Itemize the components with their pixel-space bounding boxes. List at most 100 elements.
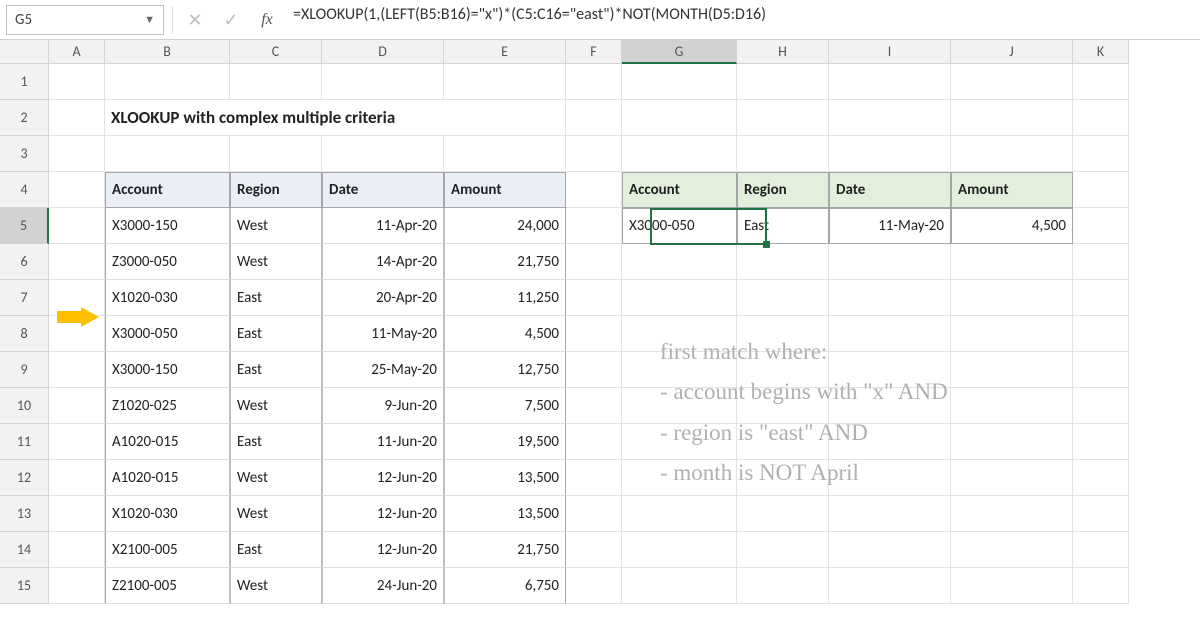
cell-J1[interactable]: [951, 64, 1073, 100]
row-header-5[interactable]: 5: [0, 208, 49, 244]
cell-I2[interactable]: [829, 100, 951, 136]
select-all-corner[interactable]: ​: [0, 40, 49, 64]
cell-C12[interactable]: West: [230, 460, 322, 496]
cell-H2[interactable]: [737, 100, 829, 136]
cell-H5[interactable]: East: [737, 208, 829, 244]
cell-A3[interactable]: [49, 136, 105, 172]
cell-G1[interactable]: [622, 64, 737, 100]
cell-K5[interactable]: [1073, 208, 1129, 244]
col-header-I[interactable]: I: [829, 40, 951, 64]
cell-H13[interactable]: [737, 496, 829, 532]
cell-I15[interactable]: [829, 568, 951, 604]
cell-I1[interactable]: [829, 64, 951, 100]
name-box[interactable]: G5 ▼: [6, 5, 164, 35]
cell-A4[interactable]: [49, 172, 105, 208]
cell-I5[interactable]: 11-May-20: [829, 208, 951, 244]
cell-B11[interactable]: A1020-015: [105, 424, 230, 460]
cell-E9[interactable]: 12,750: [444, 352, 566, 388]
cell-E13[interactable]: 13,500: [444, 496, 566, 532]
cell-D5[interactable]: 11-Apr-20: [322, 208, 444, 244]
cell-F12[interactable]: [566, 460, 622, 496]
cell-C6[interactable]: West: [230, 244, 322, 280]
cell-C5[interactable]: West: [230, 208, 322, 244]
cell-D8[interactable]: 11-May-20: [322, 316, 444, 352]
cell-B12[interactable]: A1020-015: [105, 460, 230, 496]
cell-D7[interactable]: 20-Apr-20: [322, 280, 444, 316]
cell-K10[interactable]: [1073, 388, 1129, 424]
cell-A6[interactable]: [49, 244, 105, 280]
chevron-down-icon[interactable]: ▼: [144, 13, 155, 26]
cell-C8[interactable]: East: [230, 316, 322, 352]
cell-H3[interactable]: [737, 136, 829, 172]
cell-D11[interactable]: 11-Jun-20: [322, 424, 444, 460]
page-title[interactable]: XLOOKUP with complex multiple criteria: [105, 100, 566, 136]
col-header-A[interactable]: A: [49, 40, 105, 64]
cell-K11[interactable]: [1073, 424, 1129, 460]
col-header-F[interactable]: F: [566, 40, 622, 64]
cell-G4[interactable]: Account: [622, 172, 737, 208]
cell-A1[interactable]: [49, 64, 105, 100]
cell-F3[interactable]: [566, 136, 622, 172]
row-header-8[interactable]: 8: [0, 316, 49, 352]
cell-F13[interactable]: [566, 496, 622, 532]
cell-I4[interactable]: Date: [829, 172, 951, 208]
cell-K7[interactable]: [1073, 280, 1129, 316]
cell-C11[interactable]: East: [230, 424, 322, 460]
cell-G2[interactable]: [622, 100, 737, 136]
cell-A15[interactable]: [49, 568, 105, 604]
cell-A12[interactable]: [49, 460, 105, 496]
cell-B5[interactable]: X3000-150: [105, 208, 230, 244]
cell-K12[interactable]: [1073, 460, 1129, 496]
row-header-15[interactable]: 15: [0, 568, 49, 604]
cell-F5[interactable]: [566, 208, 622, 244]
cell-C7[interactable]: East: [230, 280, 322, 316]
cell-K4[interactable]: [1073, 172, 1129, 208]
cell-D4[interactable]: Date: [322, 172, 444, 208]
cell-I6[interactable]: [829, 244, 951, 280]
cell-E15[interactable]: 6,750: [444, 568, 566, 604]
cell-B15[interactable]: Z2100-005: [105, 568, 230, 604]
cell-C1[interactable]: [230, 64, 322, 100]
col-header-K[interactable]: K: [1073, 40, 1129, 64]
cell-B8[interactable]: X3000-050: [105, 316, 230, 352]
enter-icon[interactable]: ✓: [217, 6, 245, 34]
cell-F1[interactable]: [566, 64, 622, 100]
col-header-B[interactable]: B: [105, 40, 230, 64]
cell-J15[interactable]: [951, 568, 1073, 604]
cell-E5[interactable]: 24,000: [444, 208, 566, 244]
cell-B7[interactable]: X1020-030: [105, 280, 230, 316]
cell-C15[interactable]: West: [230, 568, 322, 604]
cell-E11[interactable]: 19,500: [444, 424, 566, 460]
row-header-14[interactable]: 14: [0, 532, 49, 568]
cell-G3[interactable]: [622, 136, 737, 172]
cell-C10[interactable]: West: [230, 388, 322, 424]
cell-D13[interactable]: 12-Jun-20: [322, 496, 444, 532]
row-header-3[interactable]: 3: [0, 136, 49, 172]
cell-I14[interactable]: [829, 532, 951, 568]
col-header-G[interactable]: G: [622, 40, 737, 64]
cell-G14[interactable]: [622, 532, 737, 568]
cell-F15[interactable]: [566, 568, 622, 604]
cell-E12[interactable]: 13,500: [444, 460, 566, 496]
cell-D14[interactable]: 12-Jun-20: [322, 532, 444, 568]
cell-H1[interactable]: [737, 64, 829, 100]
cell-A14[interactable]: [49, 532, 105, 568]
cell-K13[interactable]: [1073, 496, 1129, 532]
cell-F8[interactable]: [566, 316, 622, 352]
cell-B14[interactable]: X2100-005: [105, 532, 230, 568]
cell-B3[interactable]: [105, 136, 230, 172]
cell-E14[interactable]: 21,750: [444, 532, 566, 568]
cell-D3[interactable]: [322, 136, 444, 172]
cell-C4[interactable]: Region: [230, 172, 322, 208]
cell-J2[interactable]: [951, 100, 1073, 136]
cell-C13[interactable]: West: [230, 496, 322, 532]
col-header-E[interactable]: E: [444, 40, 566, 64]
cell-J8[interactable]: [951, 316, 1073, 352]
cell-D10[interactable]: 9-Jun-20: [322, 388, 444, 424]
cell-J6[interactable]: [951, 244, 1073, 280]
cell-D1[interactable]: [322, 64, 444, 100]
cell-B1[interactable]: [105, 64, 230, 100]
cell-J12[interactable]: [951, 460, 1073, 496]
cancel-icon[interactable]: ✕: [181, 6, 209, 34]
row-header-7[interactable]: 7: [0, 280, 49, 316]
